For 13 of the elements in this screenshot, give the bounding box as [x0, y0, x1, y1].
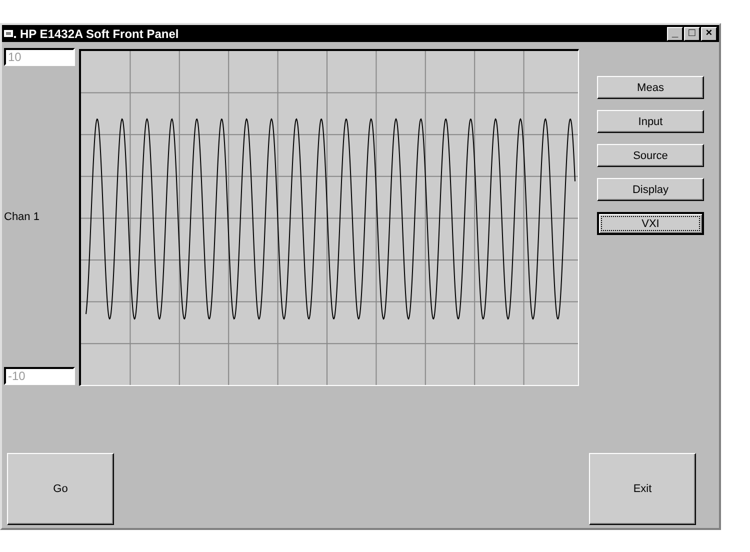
menu-button[interactable]: Meas	[597, 76, 704, 99]
channel-label: Chan 1	[4, 210, 40, 222]
app-icon	[4, 28, 16, 38]
minimize-button[interactable]: _	[667, 26, 683, 40]
maximize-button[interactable]: □	[684, 26, 700, 40]
menu-button[interactable]: VXI	[597, 212, 704, 235]
close-button[interactable]: ×	[701, 26, 717, 40]
menu-button[interactable]: Display	[597, 178, 704, 201]
window-title: HP E1432A Soft Front Panel	[20, 26, 180, 40]
menu-button[interactable]: Source	[597, 144, 704, 167]
go-button[interactable]: Go	[7, 453, 114, 525]
menu-button[interactable]: Input	[597, 110, 704, 133]
exit-button[interactable]: Exit	[589, 453, 696, 525]
